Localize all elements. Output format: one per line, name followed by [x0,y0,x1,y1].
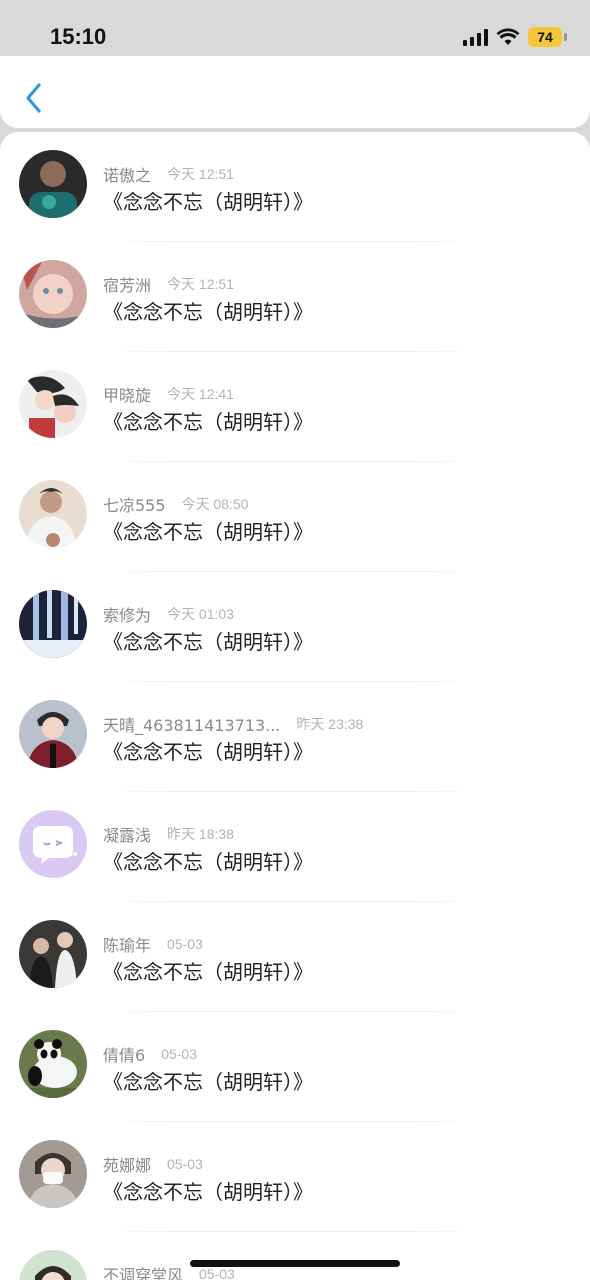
message-text: 《念念不忘（胡明轩）》 [103,740,313,764]
message-time: 今天 12:41 [167,386,234,402]
avatar [19,700,87,768]
sender-name[interactable]: 索修为 [103,602,151,626]
wifi-icon [496,28,520,45]
message-time: 今天 12:51 [167,166,234,182]
sender-name[interactable]: 苑娜娜 [103,1152,151,1176]
message-time: 05-03 [161,1046,197,1062]
chevron-left-icon[interactable] [22,82,46,114]
message-text: 《念念不忘（胡明轩）》 [103,1070,313,1094]
sender-name[interactable]: 天晴_463811413713... [103,712,280,736]
avatar [19,1140,87,1208]
message-time: 今天 08:50 [181,496,249,512]
name-row: 诺傲之 今天 12:51 [103,162,234,186]
status-time: 15:10 [50,24,107,49]
message-text: 《念念不忘（胡明轩）》 [103,960,313,984]
avatar [19,370,87,438]
sender-name[interactable]: 凝露浅 [103,822,151,846]
message-text: 《念念不忘（胡明轩）》 [103,1180,313,1204]
sender-name[interactable]: 诺傲之 [103,162,151,186]
name-row: 陈瑜年 05-03 [103,932,203,956]
message-text: 《念念不忘（胡明轩）》 [103,190,313,214]
home-indicator[interactable] [190,1260,400,1267]
avatar [19,810,87,878]
message-time: 昨天 23:38 [296,716,364,732]
list-item[interactable]: 苑娜娜 05-03 《念念不忘（胡明轩）》 [0,1122,590,1232]
sender-name[interactable]: 甲晓旋 [103,382,151,406]
name-row: 倩倩6 05-03 [103,1042,197,1066]
sender-name[interactable]: 倩倩6 [103,1042,145,1066]
message-text: 《念念不忘（胡明轩）》 [103,850,313,874]
avatar [19,920,87,988]
list-item[interactable]: 陈瑜年 05-03 《念念不忘（胡明轩）》 [0,902,590,1012]
list-item[interactable]: 七凉555 今天 08:50 《念念不忘（胡明轩）》 [0,462,590,572]
name-row: 索修为 今天 01:03 [103,602,234,626]
message-text: 《念念不忘（胡明轩）》 [103,410,313,434]
list-item[interactable]: 甲晓旋 今天 12:41 《念念不忘（胡明轩）》 [0,352,590,462]
avatar [19,1250,87,1280]
list-item[interactable]: 索修为 今天 01:03 《念念不忘（胡明轩）》 [0,572,590,682]
sender-name[interactable]: 七凉555 [103,492,166,516]
message-time: 今天 12:51 [167,276,234,292]
name-row: 甲晓旋 今天 12:41 [103,382,234,406]
avatar [19,590,87,658]
list-item[interactable]: 诺傲之 今天 12:51 《念念不忘（胡明轩）》 [0,132,590,242]
sender-name[interactable]: 宿芳洲 [103,272,151,296]
avatar [19,260,87,328]
name-row: 天晴_463811413713... 昨天 23:38 [103,712,363,736]
message-text: 《念念不忘（胡明轩）》 [103,630,313,654]
name-row: 七凉555 今天 08:50 [103,492,248,516]
avatar [19,150,87,218]
battery-indicator: 74 [528,27,567,47]
message-time: 05-03 [167,1156,203,1172]
avatar [19,480,87,548]
list-item[interactable]: 凝露浅 昨天 18:38 《念念不忘（胡明轩）》 [0,792,590,902]
name-row: 凝露浅 昨天 18:38 [103,822,234,846]
message-text: 《念念不忘（胡明轩）》 [103,520,313,544]
message-time: 昨天 18:38 [167,826,234,842]
avatar [19,1030,87,1098]
message-text: 《念念不忘（胡明轩）》 [103,300,313,324]
message-time: 05-03 [199,1266,235,1280]
name-row: 宿芳洲 今天 12:51 [103,272,234,296]
name-row: 苑娜娜 05-03 [103,1152,203,1176]
signal-icon [463,28,488,46]
list-item[interactable]: 不调穿堂风 05-03 [0,1232,590,1280]
message-time: 05-03 [167,936,203,952]
status-bar: 15:10 74 [0,0,590,56]
sender-name[interactable]: 陈瑜年 [103,932,151,956]
list-item[interactable]: 天晴_463811413713... 昨天 23:38 《念念不忘（胡明轩）》 [0,682,590,792]
status-icons: 74 [463,27,567,47]
nav-bar [0,56,590,128]
list-item[interactable]: 倩倩6 05-03 《念念不忘（胡明轩）》 [0,1012,590,1122]
sender-name[interactable]: 不调穿堂风 [103,1262,183,1280]
message-list: 诺傲之 今天 12:51 《念念不忘（胡明轩）》 宿芳洲 今天 12:51 《念… [0,132,590,1280]
message-time: 今天 01:03 [167,606,234,622]
list-item[interactable]: 宿芳洲 今天 12:51 《念念不忘（胡明轩）》 [0,242,590,352]
